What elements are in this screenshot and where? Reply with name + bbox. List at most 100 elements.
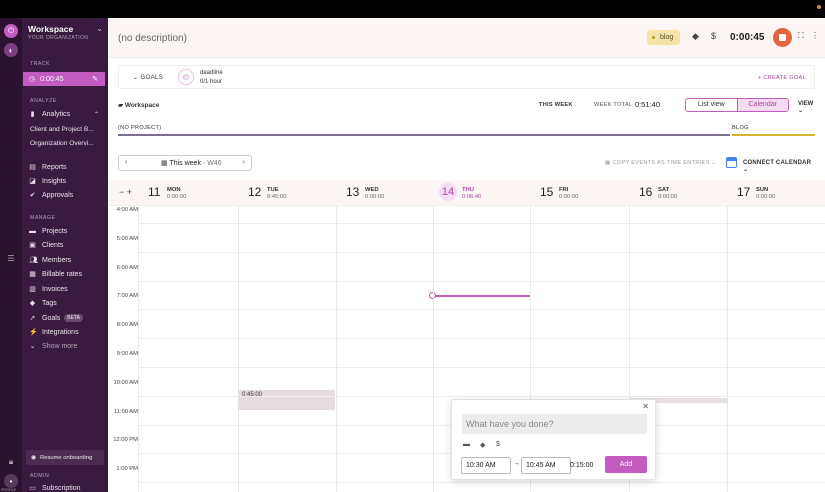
day-total: 0:00:00 [559, 194, 579, 200]
manage-section: MANAGE [30, 215, 56, 221]
goal-name[interactable]: deadline [200, 70, 223, 76]
resume-onboarding-button[interactable]: ◉ Resume onboarding [26, 450, 104, 465]
beta-badge: BETA [64, 314, 83, 322]
hour-line [138, 251, 825, 253]
hour-line [138, 280, 825, 282]
power-icon[interactable]: ⏻ [4, 24, 18, 38]
sidebar-item-timer[interactable]: ◷ 0:00:45 ✎ [23, 72, 105, 86]
lock-icon[interactable]: 🔒︎ [4, 455, 18, 469]
day-header-mon[interactable]: 11 MON 0:00:00 [143, 184, 241, 204]
expand-icon[interactable]: ⛶ [798, 31, 804, 41]
folder-icon: ▬ [29, 228, 36, 235]
tag-icon[interactable]: ◆ [692, 31, 699, 42]
sidebar-item-client-project[interactable]: Client and Project B... [30, 126, 94, 133]
duration-value: 0:15:00 [570, 462, 594, 469]
week-label[interactable]: ▦ This week · W46 [161, 159, 222, 167]
edit-icon[interactable]: ✎ [92, 75, 98, 83]
goals-toggle[interactable]: ⌄ GOALS [133, 74, 163, 81]
hour-label: 1:00 PM [116, 466, 138, 473]
timer-label: 0:00:45 [40, 75, 64, 83]
check-icon: ✔ [29, 192, 36, 199]
close-icon[interactable]: ✕ [642, 402, 649, 411]
day-header-tue[interactable]: 12 TUE 0:45:00 [243, 184, 341, 204]
sidebar-item-billable-rates[interactable]: ▦ Billable rates [29, 271, 82, 278]
create-goal-button[interactable]: + CREATE GOAL [758, 75, 806, 81]
day-header-sun[interactable]: 17 SUN 0:00:00 [732, 184, 825, 204]
view-menu[interactable]: VIEW ⌄ [798, 101, 815, 114]
chevron-up-icon[interactable]: ⌃ [94, 111, 99, 118]
workspace-name[interactable]: Workspace [28, 24, 73, 34]
start-time-field[interactable]: 10:30 AM [461, 457, 511, 474]
day-column-line [238, 206, 239, 492]
status-dot [817, 5, 821, 9]
day-header-sat[interactable]: 16 SAT 0:00:00 [634, 184, 732, 204]
day-name: SAT [658, 187, 670, 193]
calendar-view-tab[interactable]: Calendar [736, 99, 788, 111]
day-headers: − + 11 MON 0:00:00 12 TUE 0:45:00 13 WED 0:00:00… [108, 180, 825, 206]
next-week-icon[interactable]: › [243, 159, 245, 166]
day-header-wed[interactable]: 13 WED 0:00:00 [341, 184, 439, 204]
sidebar-item-projects[interactable]: ▬ Projects [29, 228, 67, 235]
folder-icon[interactable]: ▬ [463, 441, 470, 448]
add-button[interactable]: Add [605, 456, 647, 473]
tag-icon[interactable]: ◆ [480, 441, 485, 449]
description-input[interactable]: (no description) [118, 33, 187, 44]
hour-line [138, 338, 825, 340]
sidebar-item-members[interactable]: 👥︎ Members [29, 257, 71, 264]
week-summary-row: ▰ Workspace THIS WEEK WEEK TOTAL 0:51:40… [118, 98, 815, 114]
sidebar-item-reports[interactable]: ▤ Reports [29, 164, 66, 171]
day-header-fri[interactable]: 15 FRI 0:00:00 [535, 184, 633, 204]
running-timer: 0:00:45 [730, 32, 765, 43]
chevron-down-icon[interactable]: ⌄ [96, 24, 103, 33]
bar-chart-icon: ▮ [30, 111, 35, 118]
day-number: 12 [248, 185, 262, 199]
billable-icon[interactable]: $ [496, 441, 500, 448]
day-header-thu[interactable]: 14 THU 0:06:40 [438, 183, 536, 204]
week-total-label: WEEK TOTAL [594, 102, 633, 108]
profile-avatar[interactable]: • [4, 474, 18, 488]
project-tag[interactable]: blog [647, 30, 681, 45]
workspace-subtitle: YOUR ORGANIZATION [28, 35, 89, 41]
end-time-field[interactable]: 10:45 AM [521, 457, 571, 474]
sidebar-item-integrations[interactable]: ⚡ Integrations [29, 329, 79, 336]
week-nav-row: ‹ ▦ This week · W46 › ▦ COPY EVENTS AS T… [118, 155, 815, 173]
chevron-down-icon: ⌄ [29, 343, 36, 350]
profile-label: PROFILE [1, 488, 16, 492]
day-total: 0:00:00 [365, 194, 385, 200]
week-picker[interactable]: ‹ ▦ This week · W46 › [118, 155, 252, 171]
sidebar-item-clients[interactable]: ▣ Clients [29, 242, 63, 249]
description-field[interactable] [462, 414, 647, 434]
this-week-label: THIS WEEK [539, 102, 573, 108]
sidebar-item-invoices[interactable]: ▥ Invoices [29, 286, 68, 293]
sidebar-item-approvals[interactable]: ✔ Approvals [29, 192, 74, 199]
logo-icon[interactable]: ◐ [4, 43, 18, 57]
sidebar-item-org-overview[interactable]: Organization Overvi... [30, 140, 94, 147]
billable-icon[interactable]: $ [711, 31, 716, 41]
zoom-controls[interactable]: − + [119, 187, 132, 197]
sidebar-item-analytics[interactable]: ▮ Analytics ⌃ [29, 111, 99, 118]
day-name: THU [462, 187, 474, 193]
day-name: WED [365, 187, 379, 193]
time-entry[interactable]: 0:45:00 [239, 390, 335, 410]
sidebar-item-goals[interactable]: ➚ Goals BETA [29, 314, 83, 322]
hour-line [138, 309, 825, 311]
workspace-selector[interactable]: ▰ Workspace [118, 101, 159, 109]
sidebar-item-tags[interactable]: ◆ Tags [29, 300, 57, 307]
goals-bar: ⌄ GOALS ◴ deadline 0/1 hour + CREATE GOA… [118, 65, 815, 89]
stop-button[interactable] [773, 28, 792, 47]
hour-label: 9:00 AM [116, 351, 138, 357]
connect-calendar-button[interactable]: CONNECT CALENDAR ⌄ [743, 160, 815, 173]
copy-events-button[interactable]: ▦ COPY EVENTS AS TIME ENTRIES ⌄ [605, 160, 716, 166]
sidebar-item-insights[interactable]: ◪ Insights [29, 178, 66, 185]
show-more-link[interactable]: ⌄ Show more [29, 343, 78, 350]
plug-icon: ⚡ [29, 329, 38, 336]
list-view-tab[interactable]: List view [686, 99, 737, 111]
view-switch: List view Calendar [685, 98, 789, 112]
more-icon[interactable]: ⋮ [811, 31, 819, 40]
prev-week-icon[interactable]: ‹ [125, 159, 127, 166]
collapse-sidebar-icon[interactable]: ☰ [4, 251, 18, 265]
week-total-value: 0:51:40 [635, 100, 661, 109]
hour-line [138, 223, 825, 224]
sidebar-item-subscription[interactable]: ▭ Subscription [29, 485, 80, 492]
rates-icon: ▦ [29, 271, 36, 278]
